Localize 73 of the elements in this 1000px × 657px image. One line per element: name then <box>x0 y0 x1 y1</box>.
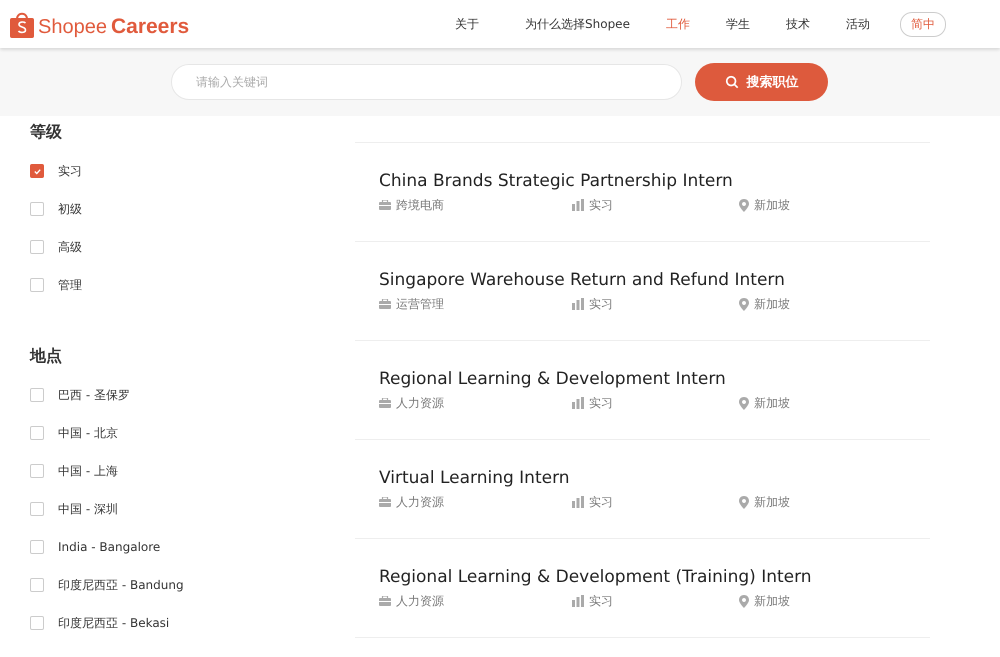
bar-chart-icon <box>572 496 584 508</box>
checkbox-label[interactable]: India - Bangalore <box>58 540 160 554</box>
job-title-link[interactable]: Singapore Warehouse Return and Refund Intern <box>379 270 930 290</box>
location-pin-icon <box>739 396 749 410</box>
checkbox[interactable] <box>30 540 44 554</box>
briefcase-icon <box>379 497 391 507</box>
department-label: 跨境电商 <box>396 196 444 214</box>
location-label: 新加坡 <box>754 196 790 214</box>
checkbox-label[interactable]: 管理 <box>58 276 82 294</box>
department-label: 人力资源 <box>396 394 444 412</box>
checkbox[interactable] <box>30 502 44 516</box>
level-label: 实习 <box>589 592 613 610</box>
checkbox-label[interactable]: 高级 <box>58 238 82 256</box>
checkbox[interactable] <box>30 202 44 216</box>
location-label: 新加坡 <box>754 494 790 510</box>
job-title-link[interactable]: Regional Learning & Development Intern <box>379 368 930 388</box>
checkbox[interactable] <box>30 426 44 440</box>
location-label: 新加坡 <box>754 296 790 312</box>
nav-link[interactable]: 为什么选择Shopee <box>507 16 648 32</box>
level-label: 实习 <box>589 394 613 412</box>
nav-link[interactable]: 活动 <box>828 16 888 32</box>
briefcase-icon <box>379 398 391 408</box>
location-label: 新加坡 <box>754 592 790 610</box>
nav-link[interactable]: 学生 <box>708 16 768 32</box>
bar-chart-icon <box>572 199 584 211</box>
location-pin-icon <box>739 198 749 212</box>
checkbox-label[interactable]: 中国 - 上海 <box>58 462 118 480</box>
department-label: 人力资源 <box>396 592 444 610</box>
bar-chart-icon <box>572 397 584 409</box>
checkbox[interactable] <box>30 278 44 292</box>
briefcase-icon <box>379 299 391 309</box>
search-field[interactable]: 请输入关键词 <box>171 64 682 100</box>
check-icon <box>32 166 42 176</box>
checkbox-label[interactable]: 初级 <box>58 200 82 218</box>
briefcase-icon <box>379 596 391 606</box>
level-label: 实习 <box>589 196 613 214</box>
checkbox-label[interactable]: 巴西 - 圣保罗 <box>58 386 130 404</box>
language-button[interactable]: 简中 <box>900 12 946 36</box>
location-pin-icon <box>739 298 749 310</box>
logo-text[interactable]: Careers <box>110 16 190 38</box>
checkbox-label[interactable]: 印度尼西亞 - Bandung <box>58 576 184 594</box>
level-label: 实习 <box>589 494 613 510</box>
location-pin-icon <box>739 594 749 608</box>
nav-link[interactable]: 工作 <box>648 16 708 32</box>
job-title-link[interactable]: China Brands Strategic Partnership Intern <box>379 170 930 190</box>
checkbox[interactable] <box>30 164 44 178</box>
job-title-link[interactable]: Virtual Learning Intern <box>379 468 930 488</box>
search-button[interactable]: 搜索职位 <box>695 63 828 101</box>
checkbox-label[interactable]: 中国 - 北京 <box>58 424 118 442</box>
location-pin-icon <box>739 496 749 508</box>
job-title-link[interactable]: Regional Learning & Development (Training) Intern <box>379 566 930 586</box>
checkbox[interactable] <box>30 616 44 630</box>
checkbox-label[interactable]: 印度尼西亞 - Bekasi <box>58 614 170 632</box>
nav-link[interactable]: 关于 <box>430 16 497 32</box>
search-icon <box>724 75 738 89</box>
department-label: 运营管理 <box>396 296 444 312</box>
nav-link[interactable]: 技术 <box>768 16 828 32</box>
logo-text[interactable]: Shopee <box>38 16 107 38</box>
filter-heading: 地点 <box>30 346 63 366</box>
checkbox[interactable] <box>30 464 44 478</box>
checkbox[interactable] <box>30 240 44 254</box>
shopping-bag-logo-icon[interactable] <box>10 10 34 38</box>
level-label: 实习 <box>589 296 613 312</box>
department-label: 人力资源 <box>396 494 444 510</box>
bar-chart-icon <box>572 298 584 310</box>
briefcase-icon <box>379 200 391 210</box>
checkbox[interactable] <box>30 388 44 402</box>
filter-heading: 等级 <box>30 122 63 142</box>
checkbox-label[interactable]: 实习 <box>58 162 82 180</box>
checkbox[interactable] <box>30 578 44 592</box>
bar-chart-icon <box>572 595 584 607</box>
location-label: 新加坡 <box>754 394 790 412</box>
checkbox-label[interactable]: 中国 - 深圳 <box>58 500 118 518</box>
